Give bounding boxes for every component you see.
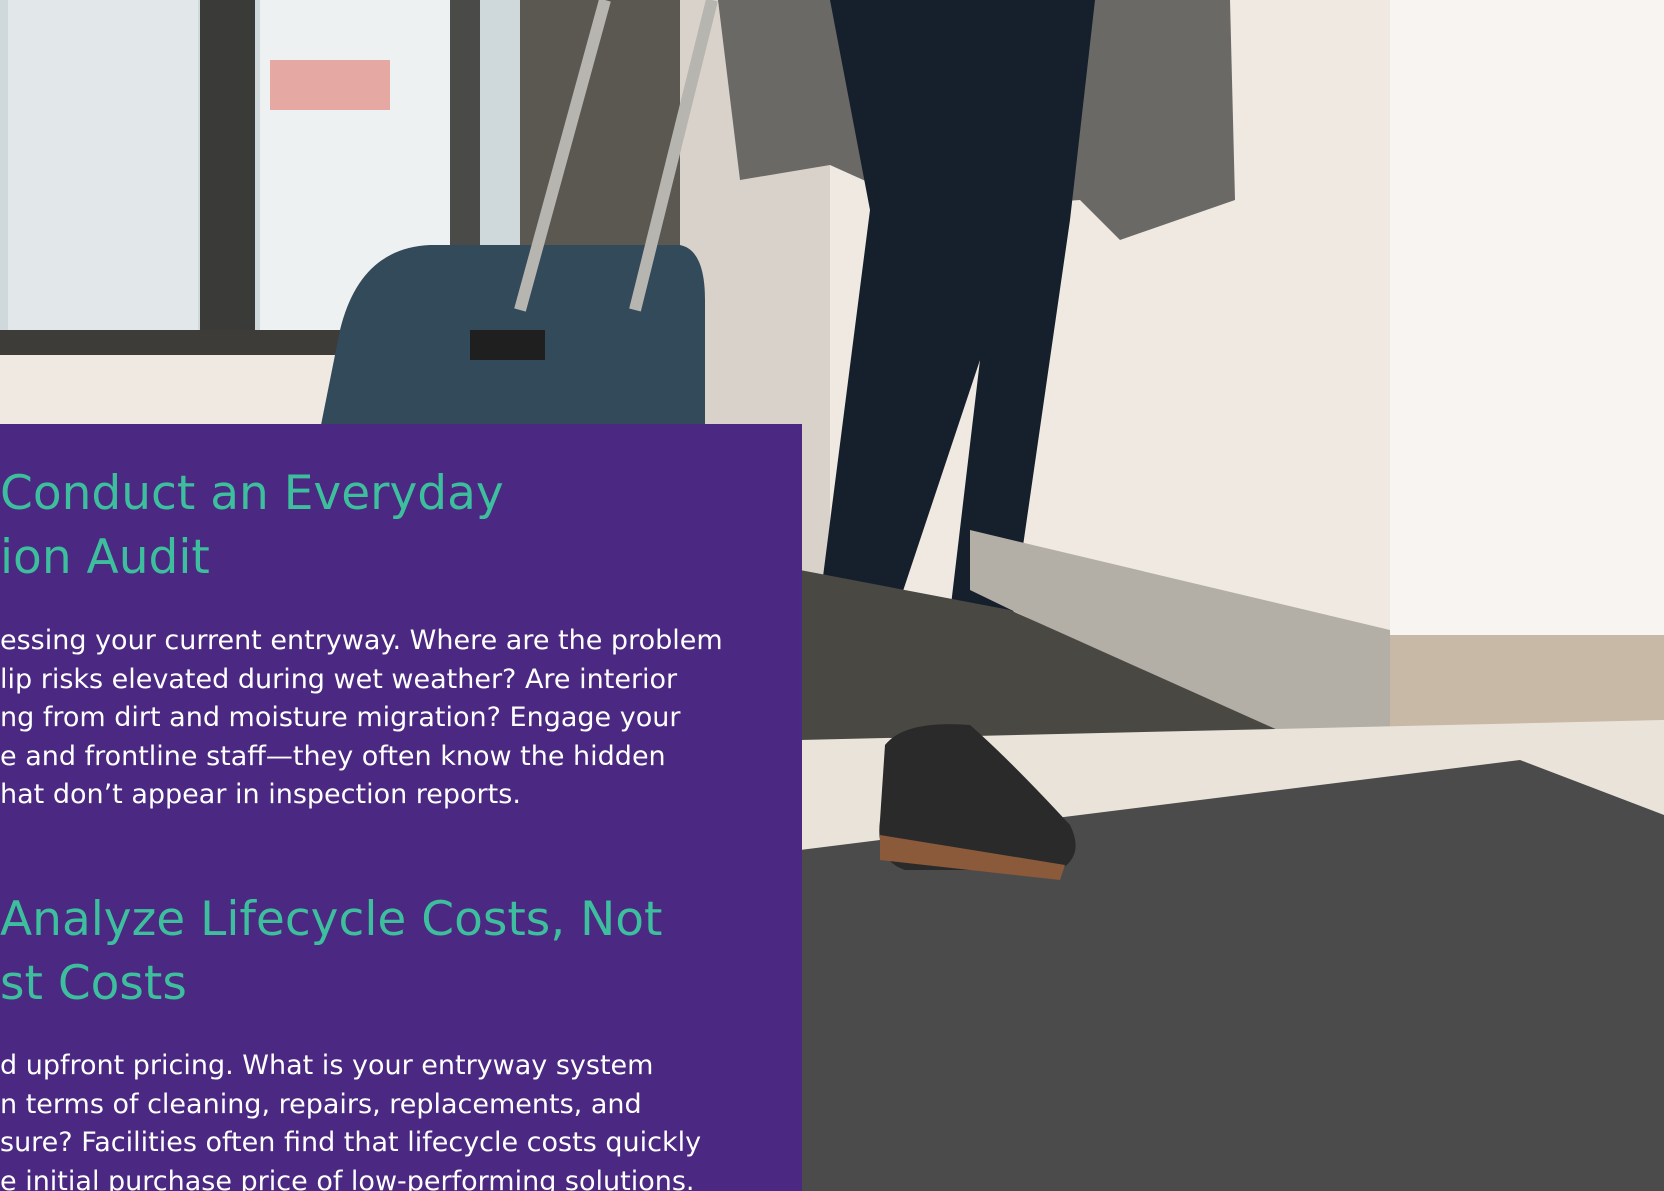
heading-line: st Costs — [0, 956, 187, 1011]
body-line: e initial purchase price of low-performi… — [0, 1165, 695, 1191]
body-line: hat don’t appear in inspection reports. — [0, 779, 521, 810]
section-body-lifecycle: d upfront pricing. What is your entryway… — [0, 1047, 701, 1191]
body-line: d upfront pricing. What is your entryway… — [0, 1050, 654, 1081]
heading-line: Conduct an Everyday — [0, 466, 504, 521]
body-line: lip risks elevated during wet weather? A… — [0, 663, 678, 695]
body-line: essing your current entryway. Where are … — [0, 625, 723, 656]
section-heading-lifecycle: Analyze Lifecycle Costs, Not st Costs — [0, 888, 662, 1016]
body-line: ng from dirt and moisture migration? Eng… — [0, 702, 681, 733]
heading-line: Analyze Lifecycle Costs, Not — [0, 892, 663, 947]
body-line: sure? Facilities often find that lifecyc… — [0, 1127, 702, 1158]
content-panel: Conduct an Everyday ion Audit essing you… — [0, 424, 802, 1191]
heading-line: ion Audit — [0, 530, 210, 585]
section-body-audit: essing your current entryway. Where are … — [0, 622, 723, 815]
body-line: n terms of cleaning, repairs, replacemen… — [0, 1088, 642, 1120]
section-heading-audit: Conduct an Everyday ion Audit — [0, 462, 504, 590]
body-line: e and frontline staff—they often know th… — [0, 740, 666, 772]
